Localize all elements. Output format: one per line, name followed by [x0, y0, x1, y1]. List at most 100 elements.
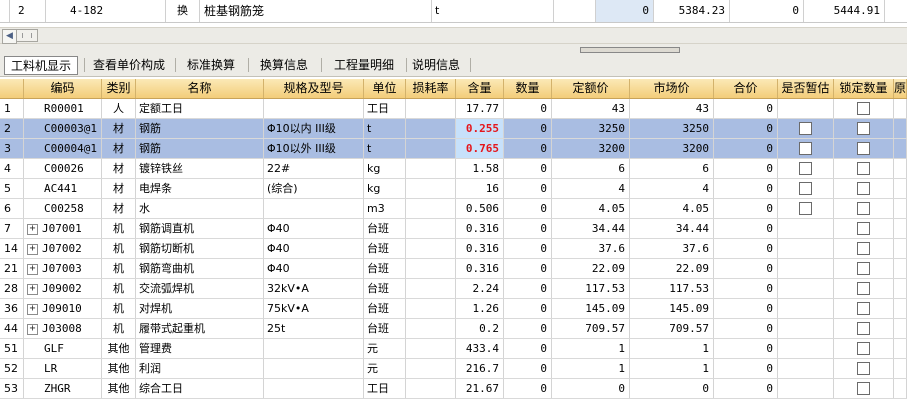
row-spec[interactable]: Φ40 [264, 239, 364, 258]
row-loss-rate[interactable] [406, 359, 456, 378]
row-content[interactable]: 0.765 [456, 139, 504, 158]
row-content[interactable]: 0.316 [456, 239, 504, 258]
row-quantity[interactable]: 0 [504, 179, 552, 198]
row-quantity[interactable]: 0 [504, 319, 552, 338]
row-content[interactable]: 1.26 [456, 299, 504, 318]
row-name[interactable]: 镀锌铁丝 [136, 159, 264, 178]
table-row[interactable]: 44 + J03008 机履带式起重机 25t 台班 0.2 0 709.57 709.57 0 [0, 319, 907, 339]
row-lock-quantity[interactable] [834, 159, 894, 178]
row-is-estimate[interactable] [778, 99, 834, 118]
row-loss-rate[interactable] [406, 219, 456, 238]
row-spec[interactable]: 32kV•A [264, 279, 364, 298]
row-spec[interactable] [264, 339, 364, 358]
header-market-price[interactable]: 市场价 [630, 79, 714, 98]
row-index[interactable]: 14 [0, 239, 24, 258]
row-quantity[interactable]: 0 [504, 99, 552, 118]
row-original[interactable] [894, 259, 907, 278]
row-unit[interactable]: t [364, 139, 406, 158]
row-quota-price[interactable]: 3250 [552, 119, 630, 138]
row-quantity[interactable]: 0 [504, 139, 552, 158]
row-code[interactable]: ZHGR [24, 379, 102, 398]
row-category[interactable]: 其他 [102, 339, 136, 358]
row-loss-rate[interactable] [406, 339, 456, 358]
scrollbar-thumb[interactable] [16, 29, 38, 42]
row-market-price[interactable]: 34.44 [630, 219, 714, 238]
header-is-estimate[interactable]: 是否暂估 [778, 79, 834, 98]
row-lock-quantity[interactable] [834, 319, 894, 338]
row-category[interactable]: 机 [102, 299, 136, 318]
row-unit[interactable]: t [364, 119, 406, 138]
row-is-estimate[interactable] [778, 359, 834, 378]
row-quantity[interactable]: 0 [504, 239, 552, 258]
header-unit[interactable]: 单位 [364, 79, 406, 98]
row-content[interactable]: 16 [456, 179, 504, 198]
row-quantity[interactable]: 0 [504, 119, 552, 138]
checkbox[interactable] [857, 281, 870, 295]
row-market-price[interactable]: 6 [630, 159, 714, 178]
row-loss-rate[interactable] [406, 279, 456, 298]
row-unit[interactable]: kg [364, 179, 406, 198]
row-category[interactable]: 机 [102, 319, 136, 338]
row-category[interactable]: 机 [102, 279, 136, 298]
row-quota-price[interactable]: 1 [552, 359, 630, 378]
row-quota-price[interactable]: 34.44 [552, 219, 630, 238]
expand-plus-icon[interactable]: + [27, 263, 38, 275]
row-index[interactable]: 1 [0, 99, 24, 118]
row-original[interactable] [894, 279, 907, 298]
row-category[interactable]: 机 [102, 219, 136, 238]
row-unit[interactable]: 台班 [364, 259, 406, 278]
row-content[interactable]: 1.58 [456, 159, 504, 178]
row-content[interactable]: 0.316 [456, 259, 504, 278]
row-index[interactable]: 44 [0, 319, 24, 338]
row-is-estimate[interactable] [778, 339, 834, 358]
checkbox[interactable] [857, 321, 870, 335]
row-code[interactable]: GLF [24, 339, 102, 358]
row-market-price[interactable]: 4 [630, 179, 714, 198]
row-is-estimate[interactable] [778, 379, 834, 398]
row-code[interactable]: AC441 [24, 179, 102, 198]
row-market-price[interactable]: 37.6 [630, 239, 714, 258]
row-is-estimate[interactable] [778, 159, 834, 178]
row-quota-price[interactable]: 709.57 [552, 319, 630, 338]
row-lock-quantity[interactable] [834, 99, 894, 118]
row-spec[interactable]: Φ10以外 III级 [264, 139, 364, 158]
checkbox[interactable] [857, 141, 870, 155]
checkbox[interactable] [799, 201, 812, 215]
row-market-price[interactable]: 4.05 [630, 199, 714, 218]
row-name[interactable]: 综合工日 [136, 379, 264, 398]
row-total[interactable]: 0 [714, 359, 778, 378]
tab-conversion-info[interactable]: 换算信息 [254, 56, 314, 74]
row-code[interactable]: + J07003 [24, 259, 102, 278]
row-lock-quantity[interactable] [834, 279, 894, 298]
row-name[interactable]: 钢筋弯曲机 [136, 259, 264, 278]
row-category[interactable]: 机 [102, 259, 136, 278]
row-quota-price[interactable]: 4 [552, 179, 630, 198]
tab-material-display[interactable]: 工料机显示 [4, 56, 78, 75]
row-quota-price[interactable]: 37.6 [552, 239, 630, 258]
row-is-estimate[interactable] [778, 219, 834, 238]
row-name[interactable]: 钢筋切断机 [136, 239, 264, 258]
row-total[interactable]: 0 [714, 319, 778, 338]
row-loss-rate[interactable] [406, 119, 456, 138]
row-quota-price[interactable]: 6 [552, 159, 630, 178]
row-index[interactable]: 51 [0, 339, 24, 358]
row-content[interactable]: 433.4 [456, 339, 504, 358]
row-quantity[interactable]: 0 [504, 259, 552, 278]
row-quota-price[interactable]: 0 [552, 379, 630, 398]
row-spec[interactable] [264, 99, 364, 118]
scroll-left-arrow-icon[interactable]: ◀ [2, 29, 17, 44]
row-quota-price[interactable]: 3200 [552, 139, 630, 158]
row-loss-rate[interactable] [406, 159, 456, 178]
expand-plus-icon[interactable]: + [27, 283, 38, 295]
row-name[interactable]: 电焊条 [136, 179, 264, 198]
row-lock-quantity[interactable] [834, 339, 894, 358]
row-code[interactable]: LR [24, 359, 102, 378]
row-index[interactable]: 36 [0, 299, 24, 318]
row-name[interactable]: 水 [136, 199, 264, 218]
row-index[interactable]: 3 [0, 139, 24, 158]
header-content[interactable]: 含量 [456, 79, 504, 98]
splitter-grip[interactable] [580, 47, 680, 53]
row-quantity[interactable]: 0 [504, 379, 552, 398]
row-content[interactable]: 0.255 [456, 119, 504, 138]
row-quota-price[interactable]: 22.09 [552, 259, 630, 278]
